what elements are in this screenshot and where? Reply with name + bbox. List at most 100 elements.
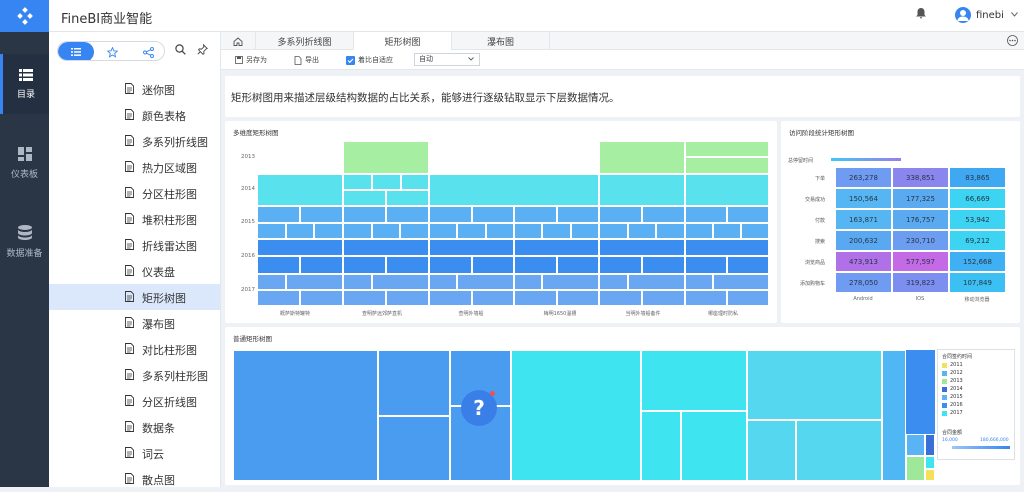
treemap-cell[interactable] [400, 223, 429, 239]
treemap-cell[interactable] [599, 239, 685, 256]
sidebar-item[interactable]: 迷你图 [49, 76, 220, 102]
treemap-blocks[interactable] [233, 350, 935, 481]
sidebar-item[interactable]: 分区柱形图 [49, 180, 220, 206]
treemap-cell[interactable] [627, 223, 657, 239]
treemap-grid[interactable] [257, 141, 769, 306]
legend-item[interactable]: 2013 [942, 378, 963, 384]
treemap-cell[interactable] [599, 274, 628, 290]
treemap-cell[interactable] [371, 274, 429, 290]
treemap-cell[interactable] [599, 174, 685, 206]
treemap-cell[interactable] [343, 206, 386, 223]
sidebar-item[interactable]: 热力区域图 [49, 154, 220, 180]
treemap-cell[interactable] [685, 174, 769, 206]
treemap-cell[interactable] [713, 223, 741, 239]
treemap-block[interactable] [233, 350, 378, 481]
treemap-cell[interactable] [386, 256, 429, 274]
treemap-cell[interactable] [599, 290, 642, 306]
treemap-cell[interactable] [300, 206, 343, 223]
treemap-block[interactable] [747, 350, 882, 420]
treemap-cell[interactable] [257, 256, 300, 274]
treemap-cell[interactable] [257, 206, 300, 223]
rail-item-catalog[interactable]: 目录 [0, 54, 49, 114]
share-button[interactable] [130, 42, 164, 60]
treemap-cell[interactable] [314, 223, 343, 239]
treemap-cell[interactable] [685, 290, 727, 306]
treemap-block[interactable] [747, 420, 796, 481]
treemap-cell[interactable] [343, 190, 386, 206]
heatmap-cell[interactable]: 150,564 [835, 188, 892, 209]
sidebar-item[interactable]: 堆积柱形图 [49, 206, 220, 232]
sidebar-item[interactable]: 对比柱形图 [49, 336, 220, 362]
treemap-cell[interactable] [514, 206, 557, 223]
treemap-cell[interactable] [741, 223, 769, 239]
treemap-cell[interactable] [257, 239, 343, 256]
bell-icon[interactable] [916, 8, 926, 19]
treemap-cell[interactable] [514, 290, 557, 306]
more-icon[interactable] [1007, 35, 1018, 46]
treemap-cell[interactable] [599, 223, 628, 239]
legend-item[interactable]: 2015 [942, 394, 963, 400]
treemap-cell[interactable] [627, 274, 685, 290]
sidebar-item[interactable]: 矩形树图 [49, 284, 220, 310]
sidebar-item[interactable]: 多系列折线图 [49, 128, 220, 154]
treemap-cell[interactable] [471, 206, 514, 223]
heatmap-cell[interactable]: 577,597 [892, 251, 949, 272]
treemap-block[interactable] [906, 456, 925, 481]
treemap-cell[interactable] [656, 223, 685, 239]
rail-item-dashboard[interactable]: 仪表板 [0, 133, 49, 193]
zoom-select[interactable]: 自动 [414, 53, 480, 66]
heatmap-cell[interactable]: 53,942 [949, 209, 1006, 230]
treemap-cell[interactable] [401, 174, 429, 190]
sidebar-item[interactable]: 仪表盘 [49, 258, 220, 284]
treemap-cell[interactable] [599, 141, 685, 174]
treemap-cell[interactable] [642, 256, 685, 274]
heatmap-cell[interactable]: 69,212 [949, 230, 1006, 251]
heatmap-cell[interactable]: 107,849 [949, 272, 1006, 293]
treemap-cell[interactable] [257, 274, 286, 290]
treemap-cell[interactable] [556, 256, 599, 274]
treemap-block[interactable] [882, 350, 906, 481]
treemap-cell[interactable] [727, 256, 769, 274]
treemap-cell[interactable] [457, 274, 514, 290]
treemap-cell[interactable] [257, 141, 343, 174]
treemap-block[interactable] [641, 411, 681, 481]
treemap-cell[interactable] [343, 274, 372, 290]
heatmap-cell[interactable]: 263,278 [835, 167, 892, 188]
treemap-block[interactable] [796, 420, 882, 481]
treemap-cell[interactable] [429, 290, 472, 306]
sidebar-item[interactable]: 词云 [49, 440, 220, 466]
treemap-cell[interactable] [514, 239, 599, 256]
chevron-down-icon[interactable] [1011, 12, 1018, 17]
treemap-cell[interactable] [685, 239, 769, 256]
heatmap-cell[interactable]: 177,325 [892, 188, 949, 209]
export-button[interactable]: 导出 [294, 55, 319, 65]
treemap-cell[interactable] [685, 256, 727, 274]
treemap-cell[interactable] [727, 290, 769, 306]
treemap-cell[interactable] [727, 206, 769, 223]
treemap-cell[interactable] [514, 274, 543, 290]
treemap-cell[interactable] [542, 223, 571, 239]
heatmap-cell[interactable]: 176,757 [892, 209, 949, 230]
treemap-cell[interactable] [257, 290, 300, 306]
treemap-cell[interactable] [386, 290, 429, 306]
treemap-cell[interactable] [386, 206, 429, 223]
treemap-cell[interactable] [371, 223, 401, 239]
heatmap-cell[interactable]: 152,668 [949, 251, 1006, 272]
treemap-cell[interactable] [485, 223, 514, 239]
treemap-block[interactable] [681, 411, 747, 481]
treemap-block[interactable] [925, 456, 935, 469]
treemap-cell[interactable] [685, 157, 769, 174]
treemap-cell[interactable] [685, 274, 713, 290]
username[interactable]: finebi [976, 10, 1004, 21]
treemap-cell[interactable] [285, 274, 343, 290]
treemap-cell[interactable] [257, 223, 286, 239]
treemap-block[interactable] [906, 434, 925, 456]
heatmap-cell[interactable]: 163,871 [835, 209, 892, 230]
treemap-cell[interactable] [343, 290, 386, 306]
treemap-block[interactable] [925, 469, 935, 481]
legend-item[interactable]: 2014 [942, 386, 963, 392]
treemap-cell[interactable] [429, 174, 599, 206]
treemap-cell[interactable] [429, 239, 514, 256]
heatmap-cell[interactable]: 200,632 [835, 230, 892, 251]
treemap-block[interactable] [641, 350, 747, 411]
